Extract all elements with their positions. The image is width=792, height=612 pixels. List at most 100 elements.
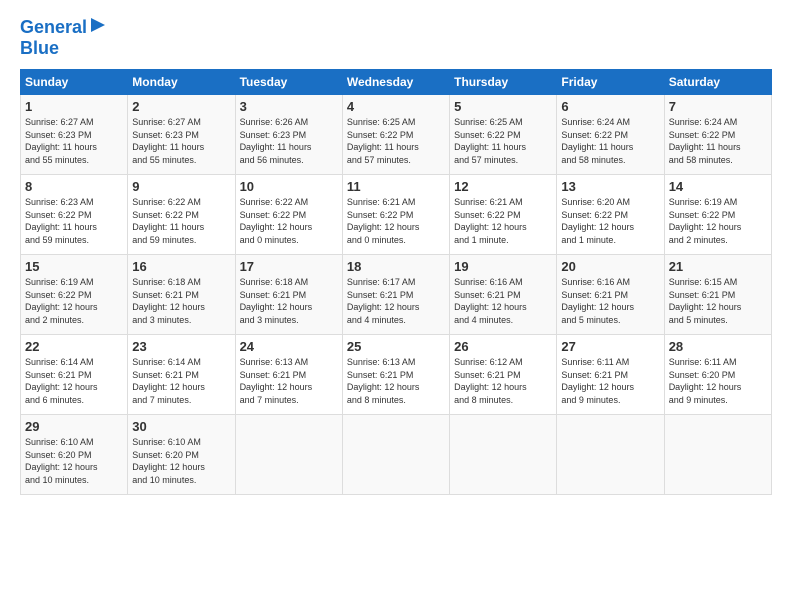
calendar-cell: 1 Sunrise: 6:27 AM Sunset: 6:23 PM Daylig… bbox=[21, 95, 128, 175]
day-info: Sunrise: 6:18 AM Sunset: 6:21 PM Dayligh… bbox=[132, 276, 230, 326]
day-info: Sunrise: 6:24 AM Sunset: 6:22 PM Dayligh… bbox=[669, 116, 767, 166]
logo-blue: Blue bbox=[20, 38, 59, 58]
header-thursday: Thursday bbox=[450, 70, 557, 95]
logo-arrow-icon bbox=[89, 16, 107, 34]
day-number: 10 bbox=[240, 179, 338, 194]
day-info: Sunrise: 6:16 AM Sunset: 6:21 PM Dayligh… bbox=[454, 276, 552, 326]
day-number: 9 bbox=[132, 179, 230, 194]
day-number: 30 bbox=[132, 419, 230, 434]
day-number: 2 bbox=[132, 99, 230, 114]
calendar-cell: 9 Sunrise: 6:22 AM Sunset: 6:22 PM Daylig… bbox=[128, 175, 235, 255]
day-number: 4 bbox=[347, 99, 445, 114]
calendar-cell bbox=[557, 415, 664, 495]
day-info: Sunrise: 6:11 AM Sunset: 6:21 PM Dayligh… bbox=[561, 356, 659, 406]
calendar-cell: 14Sunrise: 6:19 AM Sunset: 6:22 PM Dayli… bbox=[664, 175, 771, 255]
calendar-cell: 12Sunrise: 6:21 AM Sunset: 6:22 PM Dayli… bbox=[450, 175, 557, 255]
calendar-week-3: 15 Sunrise: 6:19 AM Sunset: 6:22 PM Dayli… bbox=[21, 255, 772, 335]
header-wednesday: Wednesday bbox=[342, 70, 449, 95]
calendar-cell: 27 Sunrise: 6:11 AM Sunset: 6:21 PM Dayli… bbox=[557, 335, 664, 415]
logo-general: General bbox=[20, 17, 87, 37]
calendar-cell: 8 Sunrise: 6:23 AM Sunset: 6:22 PM Daylig… bbox=[21, 175, 128, 255]
day-info: Sunrise: 6:23 AM Sunset: 6:22 PM Dayligh… bbox=[25, 196, 123, 246]
day-number: 22 bbox=[25, 339, 123, 354]
logo-text: General bbox=[20, 18, 87, 38]
day-number: 1 bbox=[25, 99, 123, 114]
day-info: Sunrise: 6:20 AM Sunset: 6:22 PM Dayligh… bbox=[561, 196, 659, 246]
calendar-cell: 3 Sunrise: 6:26 AM Sunset: 6:23 PM Daylig… bbox=[235, 95, 342, 175]
calendar-cell: 24Sunrise: 6:13 AM Sunset: 6:21 PM Dayli… bbox=[235, 335, 342, 415]
calendar-cell: 25Sunrise: 6:13 AM Sunset: 6:21 PM Dayli… bbox=[342, 335, 449, 415]
day-info: Sunrise: 6:22 AM Sunset: 6:22 PM Dayligh… bbox=[240, 196, 338, 246]
calendar-cell: 18Sunrise: 6:17 AM Sunset: 6:21 PM Dayli… bbox=[342, 255, 449, 335]
calendar-cell: 2 Sunrise: 6:27 AM Sunset: 6:23 PM Daylig… bbox=[128, 95, 235, 175]
header-tuesday: Tuesday bbox=[235, 70, 342, 95]
day-info: Sunrise: 6:18 AM Sunset: 6:21 PM Dayligh… bbox=[240, 276, 338, 326]
day-number: 20 bbox=[561, 259, 659, 274]
calendar-cell: 10 Sunrise: 6:22 AM Sunset: 6:22 PM Dayli… bbox=[235, 175, 342, 255]
day-number: 18 bbox=[347, 259, 445, 274]
day-info: Sunrise: 6:27 AM Sunset: 6:23 PM Dayligh… bbox=[132, 116, 230, 166]
calendar-cell: 7 Sunrise: 6:24 AM Sunset: 6:22 PM Daylig… bbox=[664, 95, 771, 175]
header-sunday: Sunday bbox=[21, 70, 128, 95]
day-number: 19 bbox=[454, 259, 552, 274]
day-info: Sunrise: 6:12 AM Sunset: 6:21 PM Dayligh… bbox=[454, 356, 552, 406]
calendar-week-4: 22Sunrise: 6:14 AM Sunset: 6:21 PM Dayli… bbox=[21, 335, 772, 415]
header-monday: Monday bbox=[128, 70, 235, 95]
day-info: Sunrise: 6:19 AM Sunset: 6:22 PM Dayligh… bbox=[25, 276, 123, 326]
day-number: 12 bbox=[454, 179, 552, 194]
calendar-cell bbox=[342, 415, 449, 495]
calendar-cell: 23Sunrise: 6:14 AM Sunset: 6:21 PM Dayli… bbox=[128, 335, 235, 415]
logo: General Blue bbox=[20, 16, 107, 59]
day-number: 11 bbox=[347, 179, 445, 194]
day-info: Sunrise: 6:21 AM Sunset: 6:22 PM Dayligh… bbox=[347, 196, 445, 246]
day-number: 16 bbox=[132, 259, 230, 274]
day-number: 5 bbox=[454, 99, 552, 114]
calendar-table: SundayMondayTuesdayWednesdayThursdayFrid… bbox=[20, 69, 772, 495]
day-info: Sunrise: 6:25 AM Sunset: 6:22 PM Dayligh… bbox=[454, 116, 552, 166]
calendar-cell: 17 Sunrise: 6:18 AM Sunset: 6:21 PM Dayli… bbox=[235, 255, 342, 335]
calendar-week-1: 1 Sunrise: 6:27 AM Sunset: 6:23 PM Daylig… bbox=[21, 95, 772, 175]
day-number: 25 bbox=[347, 339, 445, 354]
day-info: Sunrise: 6:26 AM Sunset: 6:23 PM Dayligh… bbox=[240, 116, 338, 166]
day-number: 7 bbox=[669, 99, 767, 114]
day-number: 8 bbox=[25, 179, 123, 194]
day-info: Sunrise: 6:16 AM Sunset: 6:21 PM Dayligh… bbox=[561, 276, 659, 326]
day-info: Sunrise: 6:19 AM Sunset: 6:22 PM Dayligh… bbox=[669, 196, 767, 246]
day-number: 23 bbox=[132, 339, 230, 354]
calendar-cell: 29 Sunrise: 6:10 AM Sunset: 6:20 PM Dayli… bbox=[21, 415, 128, 495]
calendar-cell: 22Sunrise: 6:14 AM Sunset: 6:21 PM Dayli… bbox=[21, 335, 128, 415]
day-info: Sunrise: 6:10 AM Sunset: 6:20 PM Dayligh… bbox=[25, 436, 123, 486]
day-number: 29 bbox=[25, 419, 123, 434]
day-info: Sunrise: 6:10 AM Sunset: 6:20 PM Dayligh… bbox=[132, 436, 230, 486]
day-number: 21 bbox=[669, 259, 767, 274]
day-number: 17 bbox=[240, 259, 338, 274]
calendar-cell: 6 Sunrise: 6:24 AM Sunset: 6:22 PM Daylig… bbox=[557, 95, 664, 175]
day-info: Sunrise: 6:15 AM Sunset: 6:21 PM Dayligh… bbox=[669, 276, 767, 326]
day-number: 28 bbox=[669, 339, 767, 354]
calendar-cell: 28Sunrise: 6:11 AM Sunset: 6:20 PM Dayli… bbox=[664, 335, 771, 415]
day-number: 15 bbox=[25, 259, 123, 274]
day-number: 26 bbox=[454, 339, 552, 354]
day-info: Sunrise: 6:27 AM Sunset: 6:23 PM Dayligh… bbox=[25, 116, 123, 166]
day-number: 27 bbox=[561, 339, 659, 354]
calendar-header-row: SundayMondayTuesdayWednesdayThursdayFrid… bbox=[21, 70, 772, 95]
day-info: Sunrise: 6:25 AM Sunset: 6:22 PM Dayligh… bbox=[347, 116, 445, 166]
calendar-cell: 20 Sunrise: 6:16 AM Sunset: 6:21 PM Dayli… bbox=[557, 255, 664, 335]
calendar-cell: 15 Sunrise: 6:19 AM Sunset: 6:22 PM Dayli… bbox=[21, 255, 128, 335]
calendar-cell: 4 Sunrise: 6:25 AM Sunset: 6:22 PM Daylig… bbox=[342, 95, 449, 175]
calendar-cell: 11 Sunrise: 6:21 AM Sunset: 6:22 PM Dayli… bbox=[342, 175, 449, 255]
calendar-cell: 16 Sunrise: 6:18 AM Sunset: 6:21 PM Dayli… bbox=[128, 255, 235, 335]
day-info: Sunrise: 6:22 AM Sunset: 6:22 PM Dayligh… bbox=[132, 196, 230, 246]
calendar-cell: 13Sunrise: 6:20 AM Sunset: 6:22 PM Dayli… bbox=[557, 175, 664, 255]
day-number: 6 bbox=[561, 99, 659, 114]
calendar-week-5: 29 Sunrise: 6:10 AM Sunset: 6:20 PM Dayli… bbox=[21, 415, 772, 495]
calendar-cell bbox=[450, 415, 557, 495]
calendar-cell bbox=[664, 415, 771, 495]
page: General Blue SundayMondayTuesdayWednesda… bbox=[0, 0, 792, 612]
calendar-cell: 26 Sunrise: 6:12 AM Sunset: 6:21 PM Dayli… bbox=[450, 335, 557, 415]
calendar-cell: 30 Sunrise: 6:10 AM Sunset: 6:20 PM Dayli… bbox=[128, 415, 235, 495]
day-number: 3 bbox=[240, 99, 338, 114]
calendar-week-2: 8 Sunrise: 6:23 AM Sunset: 6:22 PM Daylig… bbox=[21, 175, 772, 255]
header: General Blue bbox=[20, 16, 772, 59]
day-info: Sunrise: 6:24 AM Sunset: 6:22 PM Dayligh… bbox=[561, 116, 659, 166]
